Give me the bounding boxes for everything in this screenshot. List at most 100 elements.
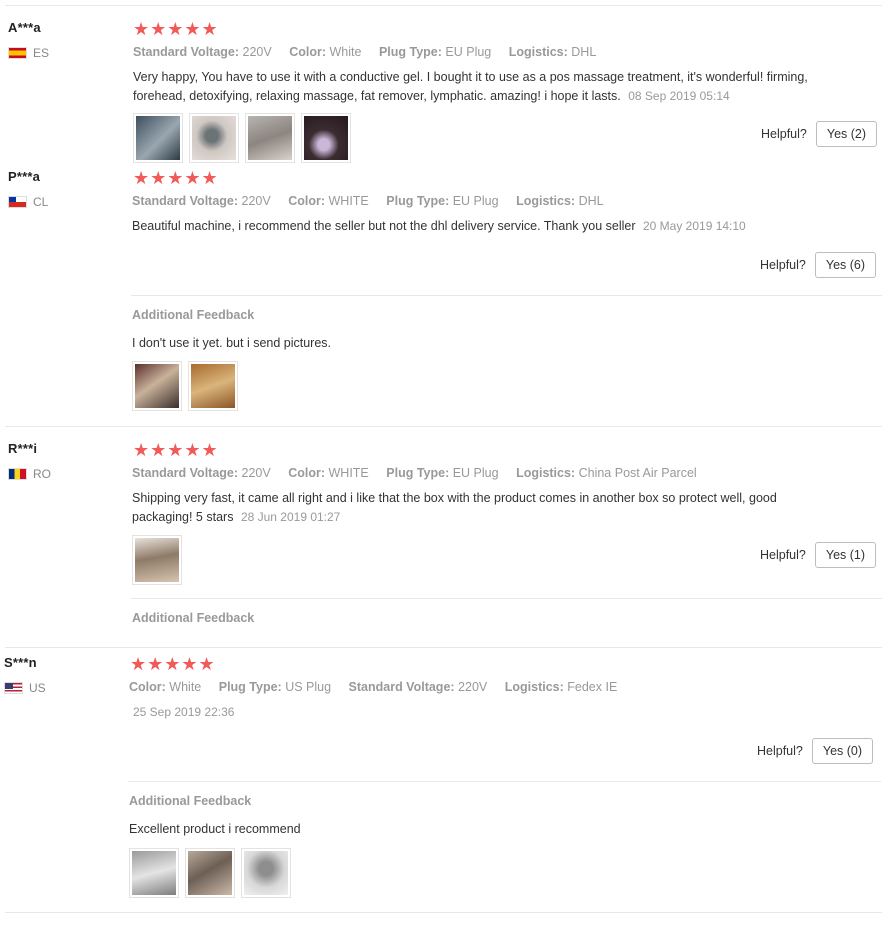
star-rating: ★★★★★ <box>130 654 216 674</box>
attr-label: Plug Type: <box>218 680 282 694</box>
helpful-vote: Helpful? Yes (1) <box>760 542 877 568</box>
review-photo-thumbnail[interactable] <box>129 848 179 898</box>
divider <box>5 5 882 6</box>
buyer-name: P***a <box>8 169 41 184</box>
spain-flag-icon <box>8 47 27 59</box>
attr-label: Standard Voltage: <box>132 466 239 480</box>
photo-image <box>244 851 288 895</box>
photo-image <box>191 364 235 408</box>
helpful-vote: Helpful? Yes (6) <box>760 252 877 278</box>
attr-value-plug: EU Plug <box>452 194 499 208</box>
helpful-yes-button[interactable]: Yes (6) <box>814 252 877 278</box>
attr-value-logistics: Fedex IE <box>567 680 618 694</box>
review-text: Very happy, You have to use it with a co… <box>133 68 833 106</box>
photo-image <box>132 851 176 895</box>
helpful-yes-button[interactable]: Yes (0) <box>811 738 874 764</box>
helpful-label: Helpful? <box>760 548 806 562</box>
flag-canton <box>5 683 13 689</box>
divider <box>128 781 881 782</box>
attr-value-plug: EU Plug <box>452 466 499 480</box>
additional-feedback-photos <box>129 848 291 898</box>
flag-canton <box>9 197 16 202</box>
order-attributes: Standard Voltage: 220V Color: WHITE Plug… <box>132 194 618 208</box>
review-text: Beautiful machine, i recommend the selle… <box>132 217 832 236</box>
country-code: US <box>29 681 46 695</box>
country-code: ES <box>33 46 50 60</box>
review-photo-thumbnail[interactable] <box>241 848 291 898</box>
romania-flag-icon <box>8 468 27 480</box>
attr-value-voltage: 220V <box>242 45 272 59</box>
attr-label: Logistics: <box>516 194 576 208</box>
attr-label: Logistics: <box>504 680 564 694</box>
attr-label: Logistics: <box>516 466 576 480</box>
buyer-country: CL <box>8 195 48 209</box>
attr-label: Logistics: <box>508 45 568 59</box>
helpful-vote: Helpful? Yes (2) <box>761 121 878 147</box>
attr-value-logistics: DHL <box>571 45 597 59</box>
additional-feedback-title: Additional Feedback <box>132 308 255 322</box>
divider <box>131 295 882 296</box>
helpful-vote: Helpful? Yes (0) <box>757 738 874 764</box>
divider <box>5 912 882 913</box>
review-photo-thumbnail[interactable] <box>132 535 182 585</box>
additional-feedback-text: I don't use it yet. but i send pictures. <box>132 336 332 350</box>
review-date: 08 Sep 2019 05:14 <box>628 89 730 103</box>
divider <box>131 598 882 599</box>
review-body: Shipping very fast, it came all right an… <box>132 491 777 524</box>
attr-value-logistics: DHL <box>578 194 604 208</box>
attr-value-voltage: 220V <box>241 194 271 208</box>
helpful-yes-button[interactable]: Yes (1) <box>814 542 877 568</box>
attr-value-voltage: 220V <box>241 466 271 480</box>
buyer-country: RO <box>8 467 51 481</box>
helpful-yes-button[interactable]: Yes (2) <box>815 121 878 147</box>
review-photos <box>132 535 182 585</box>
attr-value-color: White <box>329 45 362 59</box>
attr-label: Plug Type: <box>378 45 442 59</box>
review-text: 25 Sep 2019 22:36 <box>129 703 829 722</box>
star-rating: ★★★★★ <box>133 19 219 39</box>
review-photo-thumbnail[interactable] <box>188 361 238 411</box>
helpful-label: Helpful? <box>757 744 803 758</box>
attr-label: Color: <box>288 466 326 480</box>
review-photo-thumbnail[interactable] <box>245 113 295 163</box>
star-rating: ★★★★★ <box>133 168 219 188</box>
photo-image <box>192 116 236 160</box>
additional-feedback-photos <box>132 361 238 411</box>
helpful-label: Helpful? <box>761 127 807 141</box>
divider <box>5 647 882 648</box>
attr-label: Plug Type: <box>386 466 450 480</box>
buyer-name: S***n <box>4 655 37 670</box>
review-photo-thumbnail[interactable] <box>189 113 239 163</box>
attr-value-plug: EU Plug <box>445 45 492 59</box>
review-photo-thumbnail[interactable] <box>133 113 183 163</box>
order-attributes: Color: White Plug Type: US Plug Standard… <box>129 680 631 694</box>
attr-value-voltage: 220V <box>458 680 488 694</box>
review-photo-thumbnail[interactable] <box>132 361 182 411</box>
review-text: Shipping very fast, it came all right an… <box>132 489 832 527</box>
review-photo-thumbnail[interactable] <box>301 113 351 163</box>
attr-label: Standard Voltage: <box>348 680 455 694</box>
additional-feedback-text: Excellent product i recommend <box>129 822 301 836</box>
attr-label: Color: <box>289 45 327 59</box>
attr-label: Color: <box>129 680 166 694</box>
photo-image <box>136 116 180 160</box>
photo-image <box>304 116 348 160</box>
attr-label: Plug Type: <box>386 194 450 208</box>
attr-value-plug: US Plug <box>285 680 332 694</box>
additional-feedback-title: Additional Feedback <box>129 794 252 808</box>
review-photo-thumbnail[interactable] <box>185 848 235 898</box>
photo-image <box>135 538 179 582</box>
helpful-label: Helpful? <box>760 258 806 272</box>
buyer-country: US <box>4 681 46 695</box>
buyer-country: ES <box>8 46 49 60</box>
attr-label: Standard Voltage: <box>132 194 239 208</box>
divider <box>5 426 882 427</box>
attr-value-color: White <box>169 680 202 694</box>
attr-label: Standard Voltage: <box>133 45 240 59</box>
attr-label: Color: <box>288 194 326 208</box>
photo-image <box>135 364 179 408</box>
star-rating: ★★★★★ <box>133 440 219 460</box>
usa-flag-icon <box>4 682 23 694</box>
attr-value-logistics: China Post Air Parcel <box>578 466 697 480</box>
review-body: Beautiful machine, i recommend the selle… <box>132 219 636 233</box>
